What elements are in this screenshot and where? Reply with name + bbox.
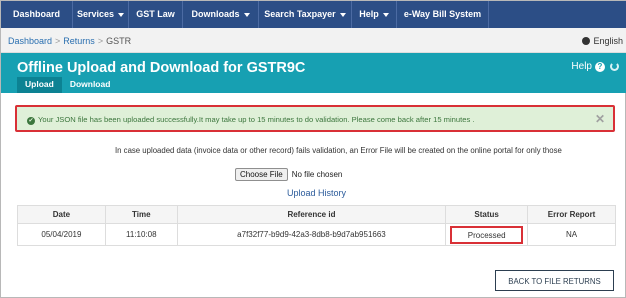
breadcrumb-current: GSTR [106,36,132,46]
language-label: English [593,36,623,46]
nav-label: Downloads [191,9,240,19]
nav-label: Services [76,9,115,19]
cell-error-report: NA [527,223,616,246]
breadcrumb-separator: > [55,36,61,46]
help-label: Help [571,61,592,72]
caret-down-icon [118,12,125,17]
refresh-icon[interactable] [610,62,619,71]
language-selector[interactable]: English [582,36,623,46]
nav-dashboard[interactable]: Dashboard [1,1,73,28]
page-title: Offline Upload and Download for GSTR9C [17,60,306,76]
table-header-row: Date Time Reference id Status Error Repo… [17,205,616,224]
nav-label: Search Taxpayer [264,9,336,19]
cell-time: 11:10:08 [104,223,178,246]
help-link[interactable]: Help? [571,61,605,72]
close-icon[interactable]: ✕ [595,112,605,126]
back-to-file-returns-button[interactable]: BACK TO FILE RETURNS [495,270,614,291]
breadcrumb-bar: Dashboard > Returns > GSTR English [1,28,626,53]
column-header-date: Date [17,205,106,224]
nav-gst-law[interactable]: GST Law [129,1,183,28]
caret-down-icon [243,12,250,17]
nav-label: e-Way Bill System [403,9,482,19]
nav-eway-bill[interactable]: e-Way Bill System [397,1,489,28]
nav-help[interactable]: Help [352,1,397,28]
upload-history-title: Upload History [286,188,347,198]
upload-history-table: Date Time Reference id Status Error Repo… [17,205,616,246]
tab-bar: Upload Download [17,77,118,93]
file-input: Choose File No file chosen [235,167,342,181]
status-badge: Processed [450,225,524,244]
cell-status: Processed [445,223,529,246]
info-text: In case uploaded data (invoice data or o… [115,146,562,155]
nav-label: Dashboard [12,9,60,19]
breadcrumb: Dashboard > Returns > GSTR [8,36,131,46]
nav-downloads[interactable]: Downloads [183,1,259,28]
top-nav: Dashboard Services GST Law Downloads Sea… [1,1,626,28]
alert-message: Your JSON file has been uploaded success… [38,115,475,124]
globe-icon [582,37,591,45]
nav-services[interactable]: Services [73,1,129,28]
column-header-status: Status [445,205,529,224]
breadcrumb-dashboard[interactable]: Dashboard [8,36,52,46]
nav-label: GST Law [136,9,175,19]
breadcrumb-separator: > [97,36,104,46]
alert-message-line: ✔ Your JSON file has been uploaded succes… [27,115,474,125]
cell-reference-id: a7f32f77-b9d9-42a3-8db8-b9d7ab951663 [176,223,447,246]
caret-down-icon [339,12,346,17]
question-circle-icon: ? [595,62,605,72]
caret-down-icon [382,12,389,17]
cell-date: 05/04/2019 [17,223,106,246]
breadcrumb-returns[interactable]: Returns [63,36,95,46]
file-status: No file chosen [291,169,343,179]
tab-upload[interactable]: Upload [17,77,62,93]
nav-search-taxpayer[interactable]: Search Taxpayer [259,1,352,28]
nav-label: Help [359,9,379,19]
column-header-reference-id: Reference id [176,205,447,224]
column-header-time: Time [104,205,178,224]
success-alert: ✔ Your JSON file has been uploaded succes… [15,105,615,132]
check-circle-icon: ✔ [27,117,35,125]
table-row: 05/04/2019 11:10:08 a7f32f77-b9d9-42a3-8… [17,223,616,246]
column-header-error-report: Error Report [527,205,616,224]
tab-download[interactable]: Download [62,77,119,93]
page-header: Offline Upload and Download for GSTR9C U… [1,53,626,93]
choose-file-button[interactable]: Choose File [235,167,288,181]
